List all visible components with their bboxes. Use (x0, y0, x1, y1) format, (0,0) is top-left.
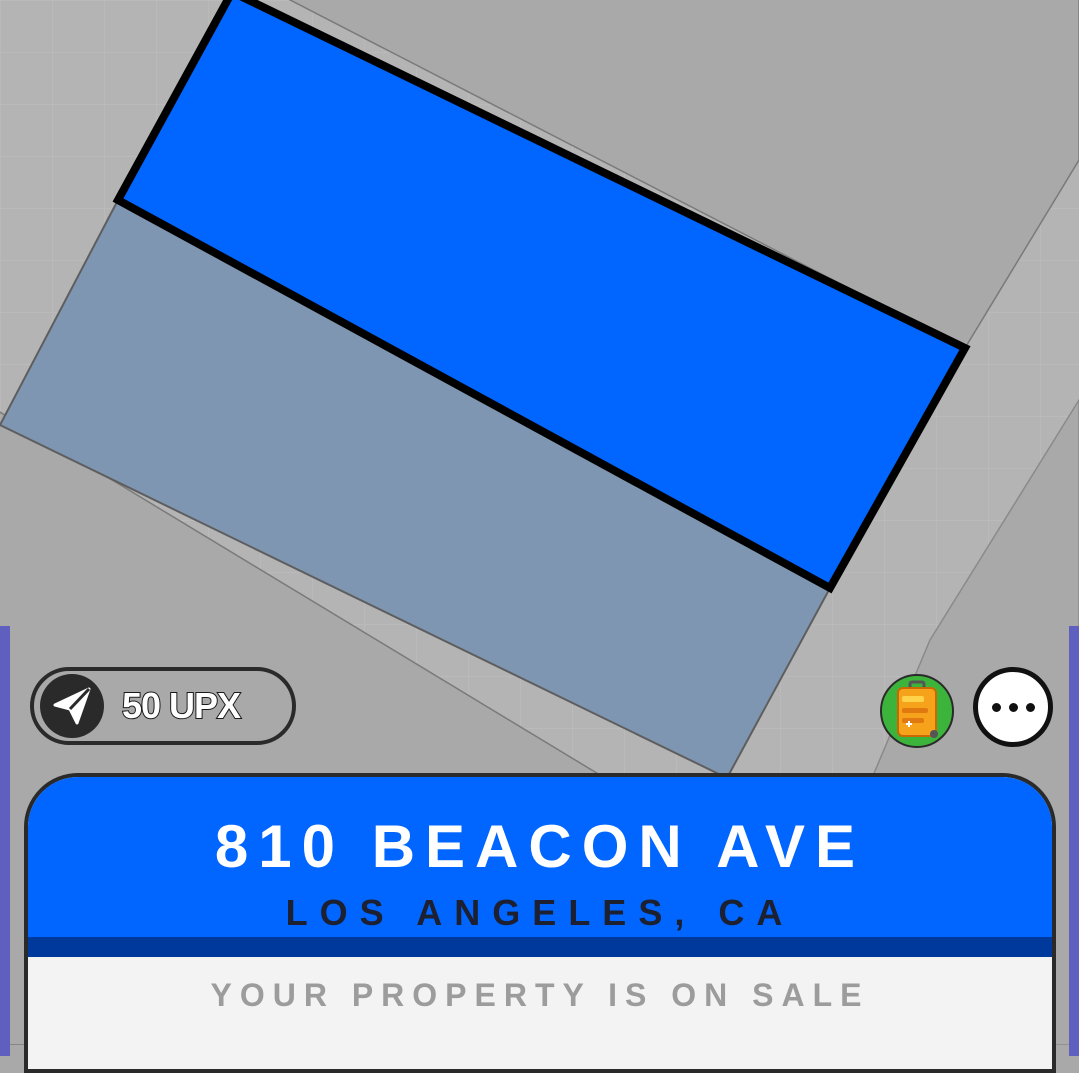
property-card: 810 BEACON AVE LOS ANGELES, CA YOUR PROP… (24, 773, 1056, 1073)
travel-cost-label: 50 UPX (121, 684, 242, 727)
more-dots-icon (1008, 702, 1018, 712)
more-dots-icon (991, 702, 1001, 712)
collection-button[interactable] (880, 674, 954, 748)
edge-bar-left (0, 626, 10, 1056)
paper-plane-icon (40, 674, 104, 738)
property-city: LOS ANGELES, CA (285, 892, 795, 933)
property-card-header: 810 BEACON AVE LOS ANGELES, CA (28, 777, 1052, 957)
more-dots-icon (1025, 702, 1035, 712)
suitcase-icon (897, 680, 938, 738)
travel-button[interactable]: 50 UPX (30, 667, 296, 745)
more-options-button[interactable] (973, 667, 1053, 747)
property-address: 810 BEACON AVE (214, 813, 866, 880)
sale-status-text: YOUR PROPERTY IS ON SALE (210, 977, 870, 1013)
edge-bar-right (1069, 626, 1079, 1056)
